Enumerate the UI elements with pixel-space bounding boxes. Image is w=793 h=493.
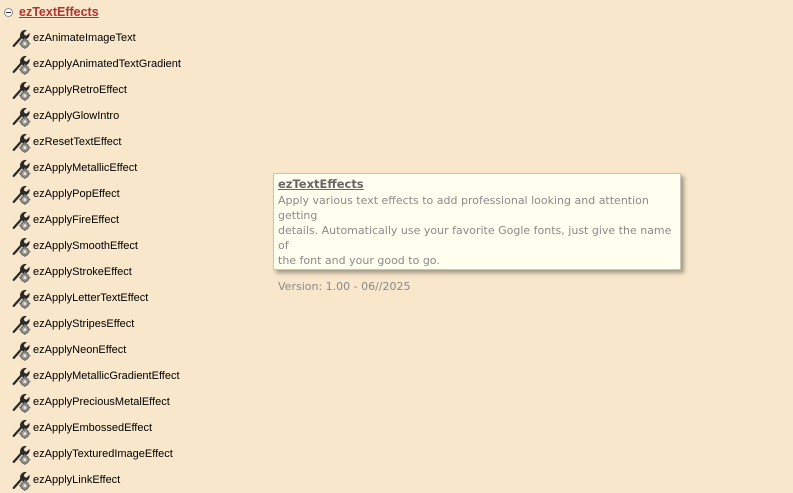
wrench-gear-icon bbox=[10, 313, 33, 335]
tree-item[interactable]: ezApplyMetallicGradientEffect bbox=[10, 365, 180, 387]
tree-item-label[interactable]: ezApplyMetallicGradientEffect bbox=[33, 370, 180, 382]
tree-item[interactable]: ezApplyStripesEffect bbox=[10, 313, 134, 335]
tree-item[interactable]: ezApplyGlowIntro bbox=[10, 105, 119, 127]
tree-item[interactable]: ezApplyLinkEffect bbox=[10, 469, 120, 491]
tree-item-label[interactable]: ezApplyLetterTextEffect bbox=[33, 292, 148, 304]
wrench-gear-icon bbox=[10, 417, 33, 439]
wrench-gear-icon bbox=[10, 79, 33, 101]
tree-item-label[interactable]: ezApplyTexturedImageEffect bbox=[33, 448, 173, 460]
wrench-gear-icon bbox=[10, 469, 33, 491]
tree-item[interactable]: ezApplyStrokeEffect bbox=[10, 261, 132, 283]
tree-item-label[interactable]: ezAnimateImageText bbox=[33, 32, 136, 44]
tree-item-label[interactable]: ezApplyMetallicEffect bbox=[33, 162, 137, 174]
tree-item-label[interactable]: ezApplyNeonEffect bbox=[33, 344, 126, 356]
wrench-gear-icon bbox=[10, 287, 33, 309]
wrench-gear-icon bbox=[10, 157, 33, 179]
wrench-gear-icon bbox=[10, 209, 33, 231]
tree-item[interactable]: ezApplyAnimatedTextGradient bbox=[10, 53, 181, 75]
tree-item-label[interactable]: ezApplyPreciousMetalEffect bbox=[33, 396, 170, 408]
tree-item-label[interactable]: ezResetTextEffect bbox=[33, 136, 121, 148]
tooltip: ezTextEffects Apply various text effects… bbox=[273, 173, 681, 293]
tree-item[interactable]: ezApplyPopEffect bbox=[10, 183, 120, 205]
tree-item[interactable]: ezApplyNeonEffect bbox=[10, 339, 126, 361]
tree-item-label[interactable]: ezApplyFireEffect bbox=[33, 214, 119, 226]
tree-item-label[interactable]: ezApplyStripesEffect bbox=[33, 318, 134, 330]
wrench-gear-icon bbox=[10, 131, 33, 153]
wrench-gear-icon bbox=[10, 183, 33, 205]
wrench-gear-icon bbox=[10, 27, 33, 49]
tree-root-ezTextEffects[interactable]: ezTextEffects bbox=[4, 4, 99, 20]
tooltip-title: ezTextEffects bbox=[278, 177, 364, 191]
tree-item[interactable]: ezApplyPreciousMetalEffect bbox=[10, 391, 170, 413]
wrench-gear-icon bbox=[10, 53, 33, 75]
tree-item-label[interactable]: ezApplyStrokeEffect bbox=[33, 266, 132, 278]
tree-item[interactable]: ezApplyFireEffect bbox=[10, 209, 119, 231]
tree-item[interactable]: ezResetTextEffect bbox=[10, 131, 121, 153]
tree-item[interactable]: ezApplyMetallicEffect bbox=[10, 157, 137, 179]
tree-item[interactable]: ezApplySmoothEffect bbox=[10, 235, 138, 257]
tree-item-label[interactable]: ezApplyRetroEffect bbox=[33, 84, 127, 96]
tree-item[interactable]: ezApplyRetroEffect bbox=[10, 79, 127, 101]
tree-item-label[interactable]: ezApplyLinkEffect bbox=[33, 474, 120, 486]
tooltip-description-line: Apply various text effects to add profes… bbox=[278, 194, 649, 222]
wrench-gear-icon bbox=[10, 105, 33, 127]
tree-item-label[interactable]: ezApplyEmbossedEffect bbox=[33, 422, 152, 434]
wrench-gear-icon bbox=[10, 235, 33, 257]
tree-item-label[interactable]: ezApplyGlowIntro bbox=[33, 110, 119, 122]
wrench-gear-icon bbox=[10, 339, 33, 361]
tree-item-label[interactable]: ezApplyPopEffect bbox=[33, 188, 120, 200]
tree-item[interactable]: ezApplyTexturedImageEffect bbox=[10, 443, 173, 465]
tooltip-description: Apply various text effects to add profes… bbox=[278, 193, 674, 268]
tree-root-label[interactable]: ezTextEffects bbox=[19, 5, 99, 19]
collapse-minus-icon[interactable] bbox=[4, 7, 13, 17]
tree-item[interactable]: ezApplyLetterTextEffect bbox=[10, 287, 148, 309]
wrench-gear-icon bbox=[10, 365, 33, 387]
tree-item[interactable]: ezAnimateImageText bbox=[10, 27, 136, 49]
tree-item-label[interactable]: ezApplySmoothEffect bbox=[33, 240, 138, 252]
wrench-gear-icon bbox=[10, 391, 33, 413]
tree-item[interactable]: ezApplyEmbossedEffect bbox=[10, 417, 152, 439]
tooltip-description-line: details. Automatically use your favorite… bbox=[278, 224, 672, 252]
wrench-gear-icon bbox=[10, 443, 33, 465]
tree-item-label[interactable]: ezApplyAnimatedTextGradient bbox=[33, 58, 181, 70]
tooltip-version: Version: 1.00 - 06//2025 bbox=[278, 280, 411, 293]
wrench-gear-icon bbox=[10, 261, 33, 283]
tooltip-description-line: the font and your good to go. bbox=[278, 254, 440, 267]
